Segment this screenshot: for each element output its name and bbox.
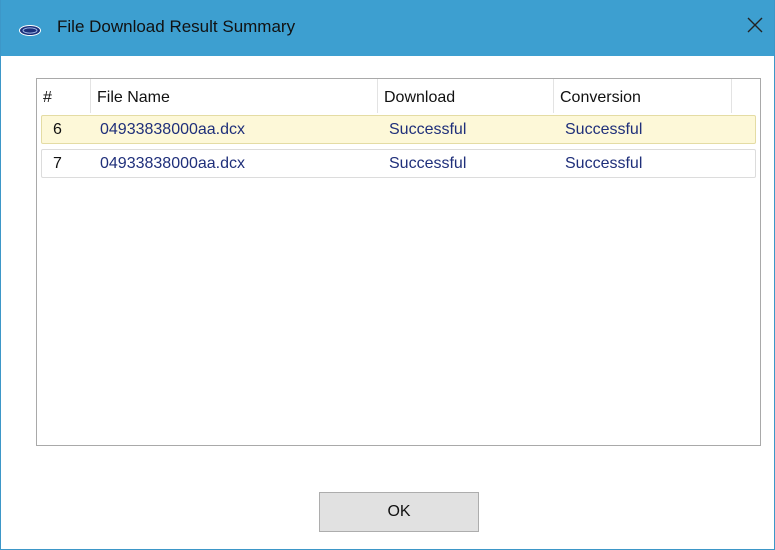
column-header-download[interactable]: Download <box>378 79 554 113</box>
title-bar[interactable]: File Download Result Summary <box>1 0 774 56</box>
results-list[interactable]: # File Name Download Conversion 6 049338… <box>36 78 761 446</box>
file-name: 04933838000aa.dcx <box>100 121 246 138</box>
table-row[interactable]: 7 04933838000aa.dcx Successful Successfu… <box>41 149 756 178</box>
column-header-conversion[interactable]: Conversion <box>554 79 732 113</box>
ok-button[interactable]: OK <box>319 492 479 532</box>
row-number: 6 <box>53 121 62 138</box>
download-status: Successful <box>389 155 467 172</box>
column-header-file-name[interactable]: File Name <box>91 79 378 113</box>
list-header: # File Name Download Conversion <box>37 79 760 113</box>
conversion-status: Successful <box>565 155 643 172</box>
close-icon <box>747 17 763 38</box>
close-button[interactable] <box>736 8 774 46</box>
download-status: Successful <box>389 121 467 138</box>
row-number: 7 <box>53 155 62 172</box>
file-name: 04933838000aa.dcx <box>100 155 246 172</box>
download-result-dialog: File Download Result Summary # File Name… <box>0 0 775 550</box>
app-logo-icon <box>19 23 41 36</box>
window-title: File Download Result Summary <box>57 17 296 36</box>
conversion-status: Successful <box>565 121 643 138</box>
table-row[interactable]: 6 04933838000aa.dcx Successful Successfu… <box>41 115 756 144</box>
column-header-number[interactable]: # <box>37 79 91 113</box>
